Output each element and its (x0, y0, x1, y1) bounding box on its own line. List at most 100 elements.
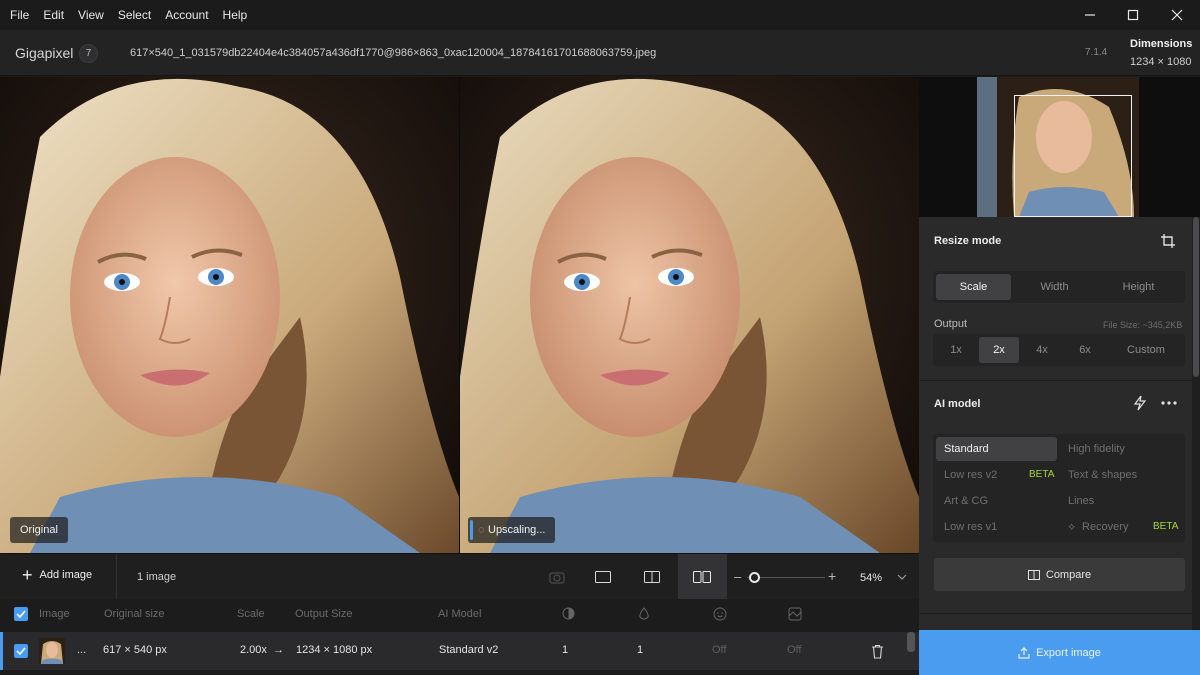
dimensions-label: Dimensions (1130, 38, 1193, 50)
split-view-button[interactable] (640, 565, 664, 589)
menu-edit[interactable]: Edit (43, 8, 64, 22)
scale-2x[interactable]: 2x (979, 337, 1019, 363)
portrait-image-upscaled (460, 77, 919, 553)
zoom-value[interactable]: 54% (860, 572, 882, 584)
row-ellipsis[interactable]: ... (77, 644, 86, 656)
side-by-side-icon (693, 571, 711, 583)
chevron-down-icon[interactable] (897, 573, 907, 581)
crop-icon[interactable] (1160, 233, 1176, 249)
row-checkbox[interactable] (14, 644, 28, 658)
close-icon (1171, 9, 1183, 21)
original-preview[interactable]: Original (0, 77, 459, 553)
tab-width[interactable]: Width (1017, 274, 1092, 300)
panel-scrollbar-thumb[interactable] (1193, 217, 1199, 377)
scale-custom[interactable]: Custom (1113, 337, 1179, 363)
gigapixel-window: File Edit View Select Account Help Gigap… (0, 0, 1200, 675)
bottom-toolbar: + Add image 1 image – + 54% (0, 553, 919, 600)
row-face-value: Off (712, 644, 727, 656)
scale-1x[interactable]: 1x (936, 337, 976, 363)
menu-file[interactable]: File (10, 8, 29, 22)
row-color-value: Off (787, 644, 802, 656)
image-table-header: Image Original size Scale Output Size AI… (0, 599, 919, 631)
snapshot-button[interactable] (545, 565, 569, 589)
close-button[interactable] (1154, 0, 1200, 30)
app-title: Gigapixel (15, 45, 74, 61)
beta-badge: BETA (1153, 521, 1179, 532)
section-divider (919, 613, 1192, 614)
zoom-out-icon[interactable]: – (734, 569, 741, 584)
table-row[interactable]: ... 617 × 540 px 2.00x → 1234 × 1080 px … (0, 632, 919, 670)
single-view-button[interactable] (591, 565, 615, 589)
color-column-icon (788, 607, 802, 621)
ai-model-list: Standard High fidelity Low res v2 BETA T… (933, 434, 1185, 542)
trash-icon[interactable] (871, 644, 884, 659)
model-low-res-v1[interactable]: Low res v1 (936, 515, 1057, 539)
model-high-fidelity[interactable]: High fidelity (1060, 437, 1181, 461)
image-count: 1 image (137, 571, 177, 583)
menu-account[interactable]: Account (165, 8, 208, 22)
more-options-icon[interactable] (1160, 395, 1178, 411)
panel-scrollbar[interactable] (1192, 217, 1200, 630)
col-original-size[interactable]: Original size (104, 608, 165, 620)
model-standard[interactable]: Standard (936, 437, 1057, 461)
zoom-slider-handle[interactable] (749, 572, 760, 583)
dimensions-value: 1234 × 1080 (1130, 56, 1192, 68)
compare-label: Compare (1045, 568, 1092, 581)
row-output-size: 1234 × 1080 px (296, 644, 373, 656)
col-output-size[interactable]: Output Size (295, 608, 352, 620)
col-scale[interactable]: Scale (237, 608, 265, 620)
zoom-in-icon[interactable]: + (828, 568, 836, 584)
spinner-icon: ◌ (478, 524, 485, 536)
output-preview[interactable]: ◌ Upscaling... (460, 77, 919, 553)
resize-mode-tabs: Scale Width Height (933, 271, 1185, 303)
export-icon (1018, 646, 1030, 659)
menu-view[interactable]: View (78, 8, 104, 22)
row-ai-model: Standard v2 (439, 644, 499, 656)
row-original-size: 617 × 540 px (103, 644, 167, 656)
single-view-icon (595, 571, 611, 583)
checkmark-icon (16, 610, 26, 618)
version-badge: 7 (79, 44, 98, 63)
model-art-cg[interactable]: Art & CG (936, 489, 1057, 513)
export-label: Export image (1036, 646, 1101, 659)
add-image-button[interactable]: + Add image (22, 565, 92, 585)
plus-icon: + (22, 565, 33, 585)
menu-select[interactable]: Select (118, 8, 151, 22)
app-version: 7.1.4 (1085, 47, 1108, 58)
maximize-icon (1127, 9, 1139, 21)
camera-icon (549, 572, 565, 584)
row-scale: 2.00x (240, 644, 267, 656)
model-lines[interactable]: Lines (1060, 489, 1181, 513)
lightning-icon[interactable] (1132, 395, 1148, 411)
tab-height[interactable]: Height (1101, 274, 1176, 300)
minimize-button[interactable] (1067, 0, 1113, 30)
ai-model-title: AI model (934, 398, 981, 410)
compare-button[interactable]: Compare (934, 558, 1185, 591)
minimize-icon (1085, 14, 1095, 16)
denoise-column-icon (562, 607, 575, 620)
table-scrollbar[interactable] (907, 632, 915, 652)
beta-badge: BETA (1029, 469, 1055, 480)
menu-help[interactable]: Help (223, 8, 248, 22)
face-column-icon (713, 607, 727, 621)
checkmark-icon (16, 647, 26, 655)
section-divider (919, 380, 1192, 381)
row-drop-value: 1 (637, 644, 644, 656)
toolbar-divider (116, 554, 117, 600)
scale-6x[interactable]: 6x (1065, 337, 1105, 363)
select-all-checkbox[interactable] (14, 607, 28, 621)
arrow-right-icon: → (273, 644, 284, 656)
model-low-res-v2-label: Low res v2 (944, 469, 998, 481)
row-denoise-value: 1 (562, 644, 569, 656)
side-by-side-view-button[interactable] (690, 565, 714, 589)
tab-scale[interactable]: Scale (936, 274, 1011, 300)
col-ai-model[interactable]: AI Model (438, 608, 481, 620)
model-text-shapes[interactable]: Text & shapes (1060, 463, 1181, 487)
recovery-icon: ⟡ (1068, 521, 1076, 533)
maximize-button[interactable] (1110, 0, 1156, 30)
scale-4x[interactable]: 4x (1022, 337, 1062, 363)
export-image-button[interactable]: Export image (919, 630, 1200, 675)
thumbnail-image (977, 77, 1139, 217)
col-image[interactable]: Image (39, 608, 70, 620)
navigator-thumbnail[interactable] (919, 77, 1200, 217)
